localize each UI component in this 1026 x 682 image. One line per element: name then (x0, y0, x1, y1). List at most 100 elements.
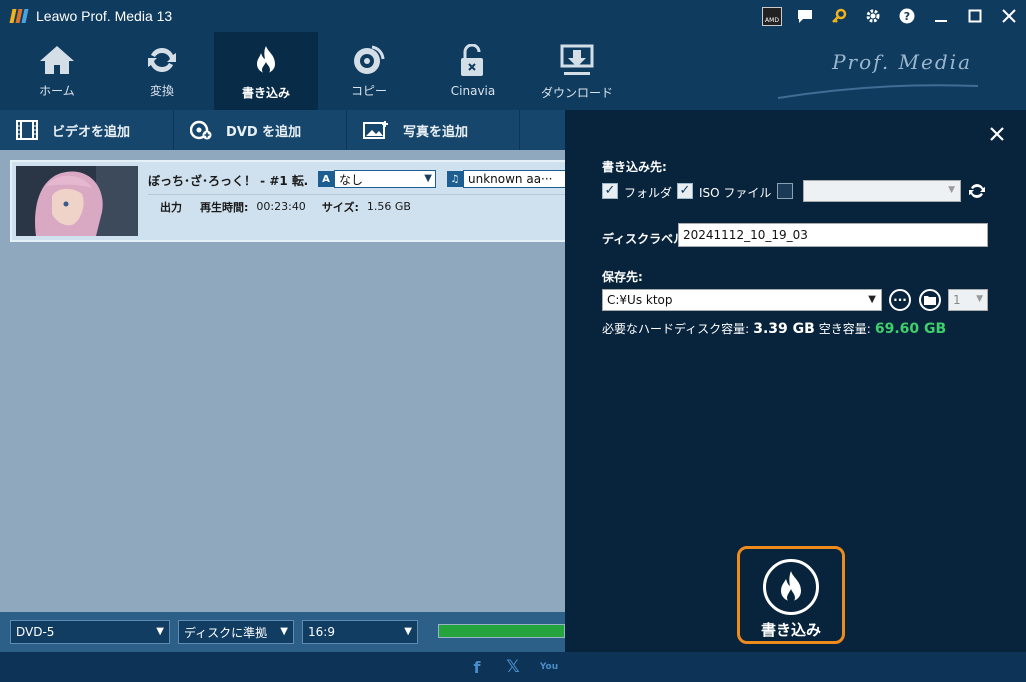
close-window-icon[interactable] (992, 0, 1026, 32)
youtube-icon[interactable]: You (531, 662, 567, 672)
copies-select[interactable]: 1 ▼ (948, 289, 988, 311)
maximize-icon[interactable] (958, 0, 992, 32)
flame-icon (763, 559, 819, 615)
nav-copy[interactable]: コピー (317, 32, 421, 110)
minimize-icon[interactable] (924, 0, 958, 32)
home-icon (40, 46, 74, 74)
media-list: ぼっち･ざ･ろっく！ - #1 転… A なし ▼ ♫ unknown aa··… (0, 150, 569, 612)
video-title: ぼっち･ざ･ろっく！ - #1 転… (148, 174, 308, 188)
settings-gear-icon[interactable] (856, 0, 890, 32)
size-label: サイズ: (321, 200, 359, 214)
close-panel-icon[interactable] (989, 126, 1005, 145)
feedback-icon[interactable] (788, 0, 822, 32)
list-item[interactable]: ぼっち･ざ･ろっく！ - #1 転… A なし ▼ ♫ unknown aa··… (10, 160, 569, 242)
add-video-button[interactable]: ビデオを追加 (0, 110, 174, 150)
film-icon (16, 120, 38, 140)
save-path-value: C:¥Us ktop (607, 293, 673, 307)
required-value: 3.39 GB (753, 321, 815, 337)
video-meta: 出力 再生時間: 00:23:40 サイズ: 1.56 GB (148, 194, 565, 218)
capacity-progress-bar (438, 624, 565, 638)
burn-button[interactable]: 書き込み (737, 546, 845, 644)
download-icon (560, 44, 594, 75)
more-options-icon[interactable]: ··· (889, 289, 911, 311)
disc-icon (354, 45, 385, 74)
nav-convert-label: 変換 (149, 84, 174, 98)
chevron-down-icon: ▼ (868, 294, 876, 305)
iso-label: ISO ファイル (699, 186, 772, 200)
chevron-down-icon: ▼ (156, 626, 164, 637)
copies-value: 1 (953, 293, 961, 307)
progress-fill (439, 625, 564, 637)
add-photo-label: 写真を追加 (403, 124, 469, 140)
app-title: Leawo Prof. Media 13 (36, 8, 173, 24)
title-bar: Leawo Prof. Media 13 AMD ? (0, 0, 1026, 32)
nav-copy-label: コピー (350, 84, 387, 98)
subtitle-value: なし (339, 172, 364, 187)
folder-checkbox[interactable]: ✓ (602, 183, 618, 199)
drive-checkbox[interactable] (777, 183, 793, 199)
refresh-drive-icon[interactable] (968, 182, 986, 203)
output-label: 出力 (160, 200, 182, 214)
photo-icon (363, 121, 388, 139)
flame-icon (257, 46, 275, 74)
refresh-icon (148, 47, 176, 73)
audio-track-icon: ♫ (447, 171, 463, 187)
size-value: 1.56 GB (366, 200, 411, 213)
subtitle-icon: A (318, 171, 334, 187)
disc-label-label: ディスクラベル: (602, 232, 690, 246)
drive-select[interactable]: ▼ (803, 180, 961, 202)
help-icon[interactable]: ? (890, 0, 924, 32)
folder-label: フォルダ (624, 186, 673, 200)
duration-label: 再生時間: (200, 200, 249, 214)
nav-download[interactable]: ダウンロード (525, 32, 629, 110)
quality-select[interactable]: ディスクに準拠 ▼ (178, 620, 294, 644)
required-label: 必要なハードディスク容量: (602, 322, 750, 336)
audio-value: unknown aa··· (468, 172, 553, 186)
disc-label-value: 20241112_10_19_03 (683, 228, 808, 242)
destination-label: 書き込み先: (602, 160, 667, 174)
media-toolbar: ビデオを追加 DVD を追加 写真を追加 (0, 110, 565, 150)
x-twitter-icon[interactable]: 𝕏 (495, 657, 531, 677)
add-dvd-label: DVD を追加 (226, 124, 302, 140)
chevron-down-icon: ▼ (976, 294, 983, 304)
video-thumbnail (16, 166, 138, 236)
aspect-ratio-select[interactable]: 16:9 ▼ (302, 620, 418, 644)
save-to-label: 保存先: (602, 270, 643, 284)
chevron-down-icon: ▼ (424, 173, 432, 184)
disc-label-input[interactable]: 20241112_10_19_03 (678, 223, 988, 247)
iso-checkbox[interactable]: ✓ (677, 183, 693, 199)
footer: f 𝕏 You (0, 652, 1026, 682)
quality-value: ディスクに準拠 (184, 625, 268, 640)
add-dvd-button[interactable]: DVD を追加 (174, 110, 347, 150)
dvd-add-icon (190, 120, 212, 140)
nav-burn-label: 書き込み (241, 86, 290, 100)
free-label: 空き容量: (818, 322, 871, 336)
disc-type-select[interactable]: DVD-5 ▼ (10, 620, 170, 644)
brand-logo: Prof. Media (832, 50, 972, 74)
svg-text:?: ? (904, 10, 910, 23)
nav-home[interactable]: ホーム (5, 32, 109, 110)
save-path-select[interactable]: C:¥Us ktop ▼ (602, 289, 882, 311)
open-folder-icon[interactable] (919, 289, 941, 311)
amd-badge-icon: AMD (762, 6, 782, 26)
aspect-value: 16:9 (308, 625, 335, 639)
subtitle-select[interactable]: なし ▼ (334, 170, 436, 188)
duration-value: 00:23:40 (256, 200, 306, 213)
nav-cinavia[interactable]: Cinavia (421, 32, 525, 110)
main-nav: ホーム 変換 書き込み コピー Cinavia ダウンロード Prof. Med… (0, 32, 1026, 110)
free-value: 69.60 GB (874, 321, 947, 337)
nav-convert[interactable]: 変換 (110, 32, 214, 110)
add-photo-button[interactable]: 写真を追加 (347, 110, 520, 150)
capacity-info: 必要なハードディスク容量: 3.39 GB 空き容量: 69.60 GB (602, 320, 946, 337)
bottom-bar: DVD-5 ▼ ディスクに準拠 ▼ 16:9 ▼ (0, 612, 565, 652)
key-icon[interactable] (822, 0, 856, 32)
unlock-icon (461, 44, 483, 76)
disc-type-value: DVD-5 (16, 625, 55, 639)
brand-swoosh-icon (778, 84, 978, 99)
audio-select[interactable]: unknown aa··· (463, 170, 569, 188)
nav-home-label: ホーム (39, 84, 75, 98)
nav-download-label: ダウンロード (540, 86, 613, 100)
facebook-icon[interactable]: f (459, 658, 495, 677)
add-video-label: ビデオを追加 (52, 124, 131, 140)
nav-burn[interactable]: 書き込み (214, 32, 318, 110)
